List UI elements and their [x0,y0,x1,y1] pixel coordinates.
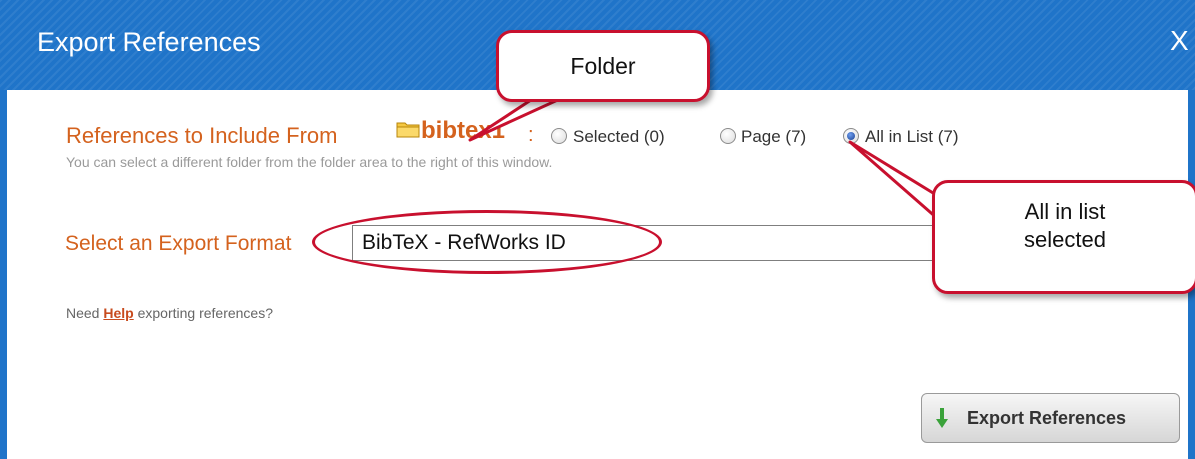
radio-page[interactable] [720,128,736,144]
radio-all-in-list-label[interactable]: All in List (7) [865,127,959,147]
references-include-label: References to Include From [66,123,338,148]
folder-callout: Folder [496,30,710,102]
all-in-list-callout-text: All in list selected [1024,199,1106,252]
export-references-button-label: Export References [967,408,1127,428]
help-prefix: Need [66,305,100,321]
radio-all-in-list[interactable] [843,128,859,144]
folder-icon [396,122,420,138]
arrow-down-icon [936,408,948,428]
radio-page-label[interactable]: Page (7) [741,127,806,147]
export-references-dialog: Export References X References to Includ… [0,0,1195,459]
export-references-button[interactable]: Export References [921,393,1180,443]
format-highlight-ellipse [312,210,662,274]
help-link[interactable]: Help [103,305,133,321]
help-line: Need Help exporting references? [66,305,273,321]
folder-hint: You can select a different folder from t… [66,154,553,170]
radio-selected[interactable] [551,128,567,144]
references-colon: : [528,124,534,146]
folder-callout-text: Folder [570,53,636,79]
export-format-label: Select an Export Format [65,232,292,255]
help-suffix: exporting references? [137,305,274,321]
dialog-left-border [0,90,7,459]
dialog-title: Export References [37,27,261,57]
all-in-list-callout: All in list selected [932,180,1195,294]
close-button[interactable]: X [1170,25,1189,57]
folder-name[interactable]: bibtex1 [421,117,505,145]
radio-selected-label[interactable]: Selected (0) [573,127,665,147]
